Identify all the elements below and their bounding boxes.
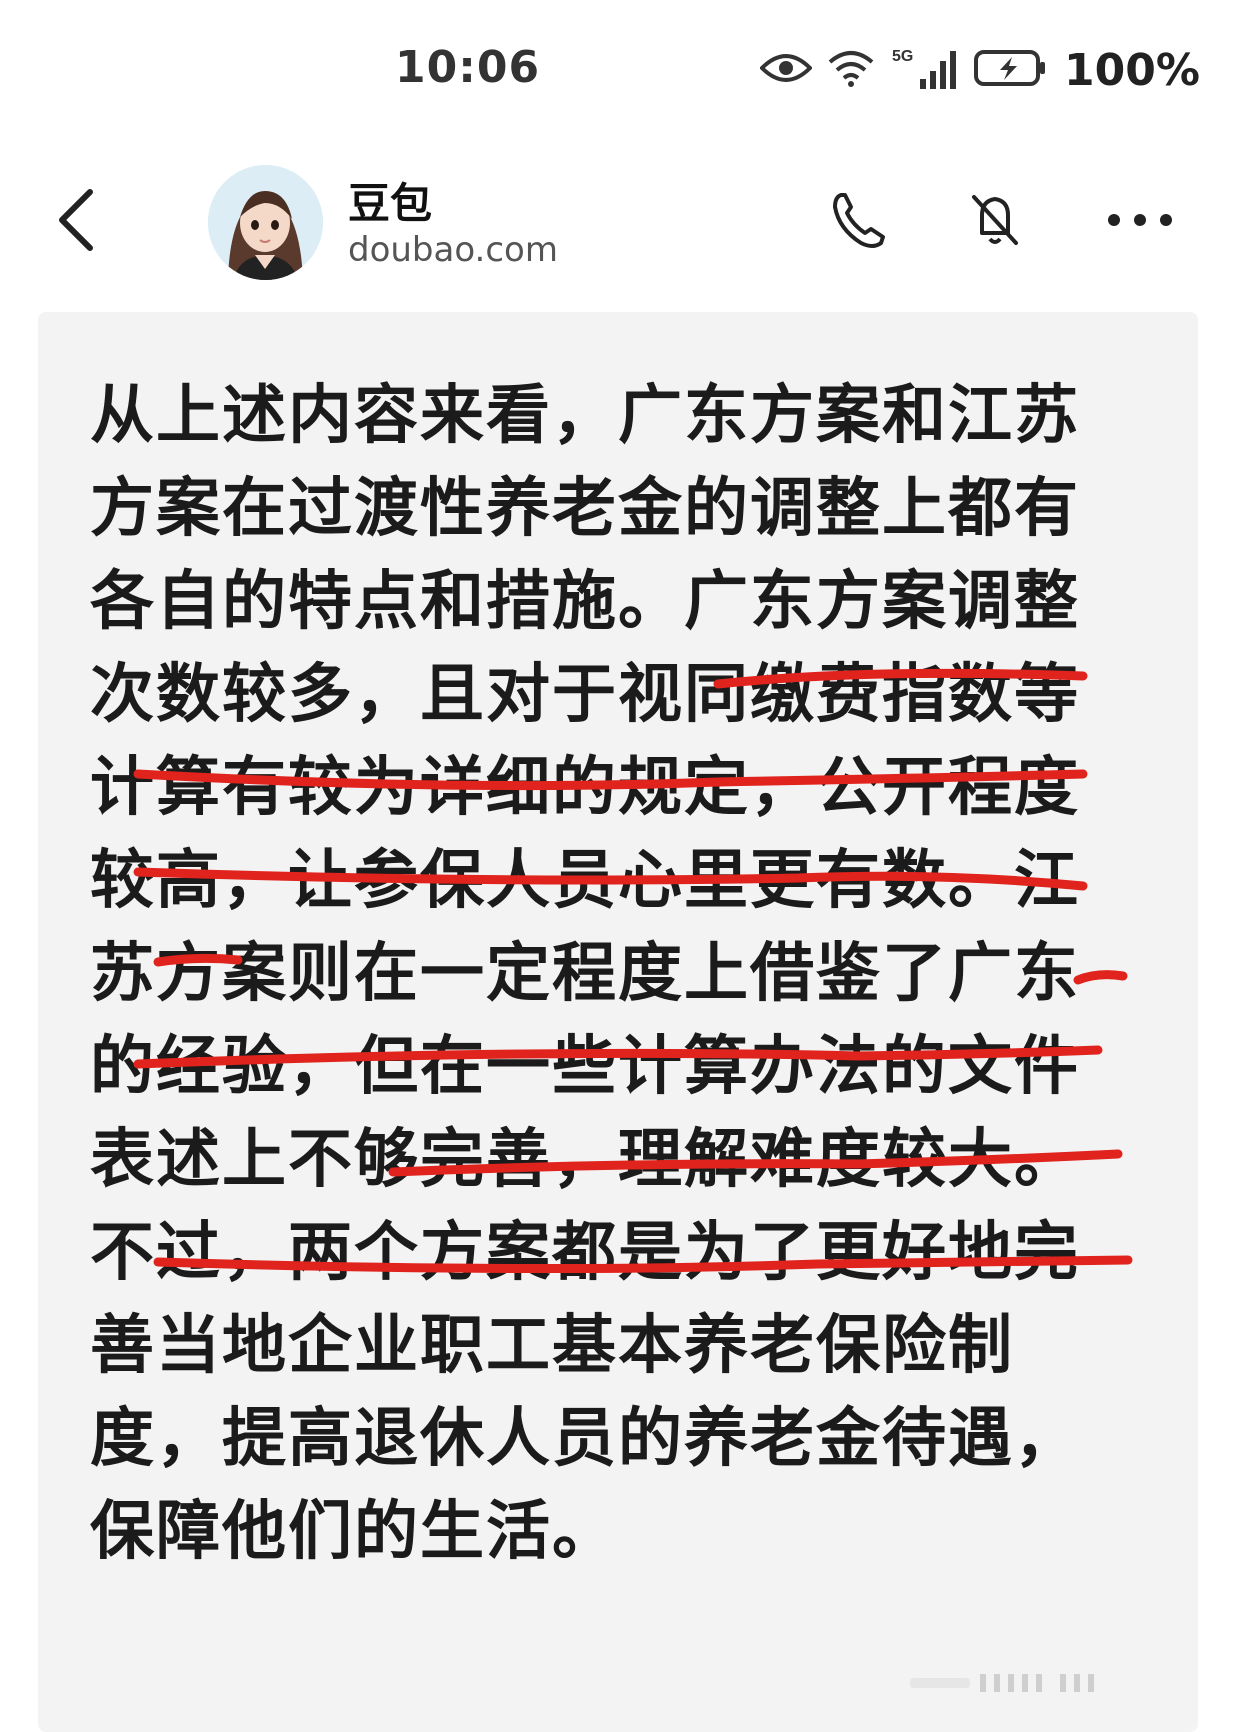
message-line: 度，提高退休人员的养老金待遇， xyxy=(90,1402,1080,1476)
wifi-icon xyxy=(826,48,876,92)
network-label: 5G xyxy=(892,48,913,65)
message-text: 从上述内容来看，广东方案和江苏 方案在过渡性养老金的调整上都有 各自的特点和措施… xyxy=(90,370,1190,1579)
eye-icon xyxy=(759,50,813,90)
contact-name: 豆包 xyxy=(348,179,433,228)
signal-5g-icon: 5G xyxy=(890,45,960,95)
avatar-illustration xyxy=(208,165,323,280)
avatar[interactable] xyxy=(208,165,323,280)
battery-percent: 100% xyxy=(1064,44,1200,96)
contact-domain: doubao.com xyxy=(348,230,558,270)
mute-button[interactable] xyxy=(960,185,1030,255)
message-line: 从上述内容来看，广东方案和江苏 xyxy=(90,379,1080,453)
message-line: 苏方案则在一定程度上借鉴了广东 xyxy=(90,937,1080,1011)
scroll-indicator xyxy=(910,1668,1210,1698)
status-icons: 5G 100% xyxy=(759,40,1200,100)
message-line: 方案在过渡性养老金的调整上都有 xyxy=(90,472,1080,546)
message-line: 不过，两个方案都是为了更好地完 xyxy=(90,1216,1080,1290)
status-bar: 10:06 5G 100% xyxy=(0,0,1236,130)
status-time: 10:06 xyxy=(395,42,541,93)
message-line: 次数较多，且对于视同缴费指数等 xyxy=(90,658,1080,732)
message-line: 表述上不够完善，理解难度较大。 xyxy=(90,1123,1080,1197)
battery-charging-icon xyxy=(974,48,1048,92)
message-line: 善当地企业职工基本养老保险制 xyxy=(90,1309,1014,1383)
back-chevron-icon xyxy=(59,189,93,251)
call-button[interactable] xyxy=(825,185,895,255)
more-button[interactable] xyxy=(1100,195,1180,245)
message-line: 计算有较为详细的规定，公开程度 xyxy=(90,751,1080,825)
scroll-bar-graphic xyxy=(910,1674,1094,1692)
message-line: 较高，让参保人员心里更有数。江 xyxy=(90,844,1080,918)
message-line: 保障他们的生活。 xyxy=(90,1495,618,1569)
more-icon xyxy=(1108,214,1172,226)
back-button[interactable] xyxy=(50,180,110,260)
phone-icon xyxy=(833,193,885,248)
message-bubble[interactable]: 从上述内容来看，广东方案和江苏 方案在过渡性养老金的调整上都有 各自的特点和措施… xyxy=(38,312,1198,1732)
message-line: 各自的特点和措施。广东方案调整 xyxy=(90,565,1080,639)
message-line: 的经验，但在一些计算办法的文件 xyxy=(90,1030,1080,1104)
chat-header: 豆包 doubao.com xyxy=(0,140,1236,290)
mute-icon xyxy=(972,195,1018,245)
